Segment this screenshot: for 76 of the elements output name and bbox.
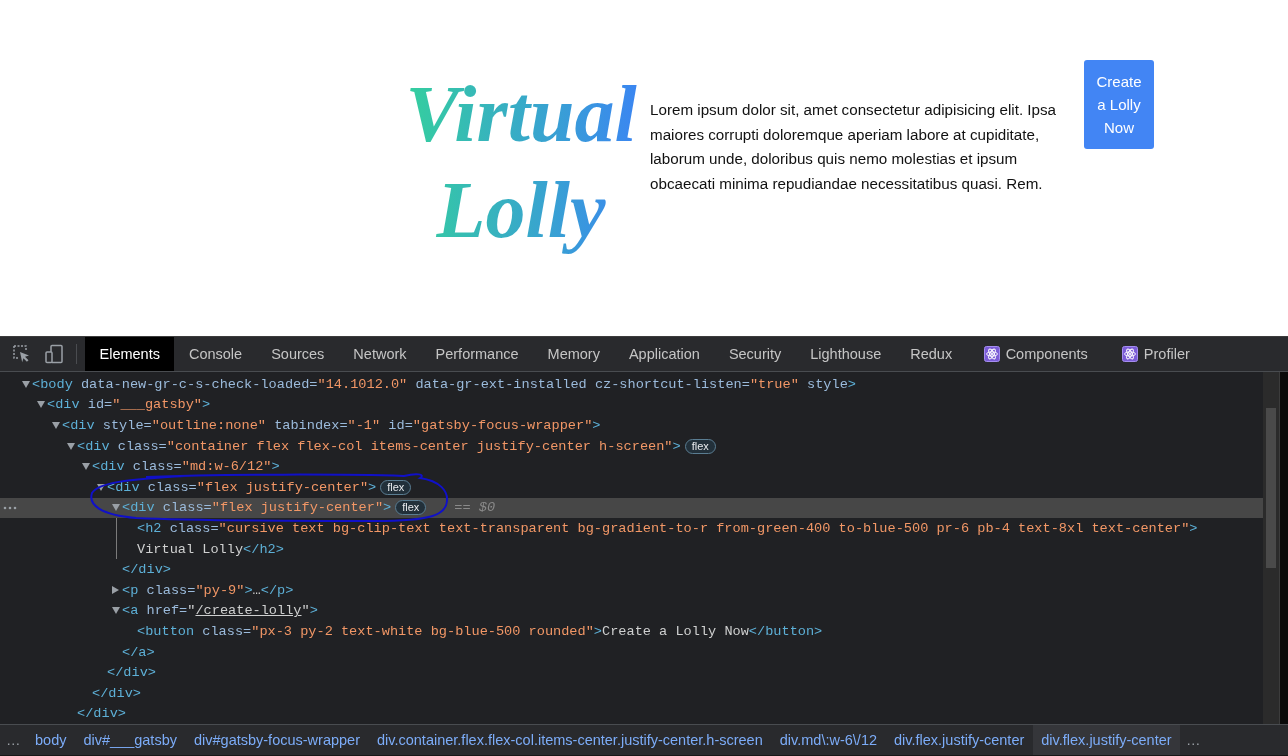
html-code-line: <a href="/create-lolly"> [122,603,318,619]
devtools-tab[interactable]: Memory [533,337,615,371]
html-code-line: <body data-new-gr-c-s-check-loaded="14.1012.0" data-gr-ext-installed cz-shortcut-listen="true" style> [32,376,856,392]
triangle-down-icon[interactable] [22,380,30,388]
html-code-line: <div class="container flex flex-col items-center justify-center h-screen"> [77,438,681,454]
atom-icon [1121,346,1138,362]
html-code-line: <h2 class="cursive text bg-clip-text text-transparent bg-gradient-to-r from-green-400 to-blue-500 pr-6 pb-4 text-8xl text-center"> [137,520,1198,536]
dom-tree-row[interactable]: <h2 class="cursive text bg-clip-text text-transparent bg-gradient-to-r from-green-400 to-blue-500 pr-6 pb-4 text-8xl text-center"> [0,518,1263,539]
devtools-tab[interactable]: Profiler [1104,337,1207,371]
html-code-line: <div style="outline:none" tabindex="-1" id="gatsby-focus-wrapper"> [62,418,601,433]
layout-badge[interactable]: flex [380,479,412,495]
layout-badge[interactable]: flex [395,500,427,516]
devtools-tab[interactable]: Application [614,337,715,371]
atom-icon [983,346,1000,362]
devtools-tab[interactable]: Redux [895,337,967,371]
breadcrumb[interactable]: div#gatsby-focus-wrapper [185,725,369,756]
dom-tree-row[interactable]: <div class="md:w-6/12"> [0,456,1263,477]
html-code-line: <div class="flex justify-center"> [107,479,377,495]
breadcrumb[interactable]: body [26,725,75,756]
breadcrumb[interactable]: div.flex.justify-center [885,725,1033,756]
selection-hint: == $0 [454,500,496,516]
scrollbar[interactable] [1263,372,1279,725]
dom-tree-row[interactable]: <div class="flex justify-center"> flex [0,476,1263,498]
triangle-down-icon[interactable] [67,442,75,450]
html-code-line: <button class="px-3 py-2 text-white bg-blue-500 rounded">Create a Lolly Now</button> [137,623,823,639]
devtools-tab[interactable]: Lighthouse [795,337,896,371]
devtools-tab[interactable]: Performance [421,337,534,371]
html-code-line: <div class="flex justify-center"> [122,500,392,516]
dom-tree-row[interactable]: <div class="container flex flex-col items-center justify-center h-screen"> flex [0,435,1263,457]
more-icon[interactable] [3,505,17,510]
devtools-tab[interactable]: Components [966,337,1105,371]
html-code-line: </div> [92,685,141,701]
triangle-down-icon[interactable] [82,463,90,471]
html-code-line: </div> [107,665,156,681]
dom-tree-row[interactable]: <body data-new-gr-c-s-check-loaded="14.1012.0" data-gr-ext-installed cz-shortcut-listen="true" style> [0,374,1263,395]
breadcrumb[interactable]: div.md\:w-6\/12 [771,725,886,756]
html-code-line: </a> [122,644,155,660]
html-code-line: <div class="md:w-6/12"> [92,459,280,475]
triangle-down-icon[interactable] [112,504,120,512]
html-code-line: </div> [122,562,171,578]
inspect-icon[interactable] [12,344,32,364]
device-toolbar-icon[interactable] [44,344,64,364]
triangle-down-icon[interactable] [52,422,60,429]
html-code-line: <div id="___gatsby"> [47,397,211,413]
create-lolly-button[interactable]: Create a Lolly Now [1084,60,1154,149]
devtools-tab[interactable]: Elements [85,337,175,371]
layout-badge[interactable]: flex [684,438,716,454]
triangle-down-icon[interactable] [37,401,45,409]
devtools-tab[interactable]: Console [174,337,257,371]
intro-paragraph: Lorem ipsum dolor sit, amet consectetur adipisicing elit. Ipsa maiores corrupti doloremque aperiam labore at cupiditate, laborum unde, doloribus quis nemo molestias et ipsum obcaecati minima repudiandae necessitatibus quasi. Rem. [650,100,1058,194]
dom-tree-row[interactable]: <div style="outline:none" tabindex="-1" id="gatsby-focus-wrapper"> [0,415,1263,436]
devtools-tab[interactable]: Security [714,337,796,371]
dom-tree-row[interactable]: Virtual Lolly</h2> [0,538,1263,560]
devtools-tab[interactable]: Network [338,337,422,371]
dom-tree-row[interactable]: </div> [0,559,1263,580]
triangle-down-icon[interactable] [97,483,105,491]
breadcrumb[interactable]: div#___gatsby [74,725,186,756]
html-code-line: </div> [77,706,126,722]
breadcrumb[interactable]: div.container.flex.flex-col.items-center.justify-center.h-screen [368,725,772,756]
breadcrumb[interactable]: div.flex.justify-center [1032,725,1181,756]
dom-tree-row[interactable]: <button class="px-3 py-2 text-white bg-blue-500 rounded">Create a Lolly Now</button> [0,621,1263,642]
dom-tree-row[interactable]: </div> [0,703,1263,725]
triangle-down-icon[interactable] [112,607,120,615]
breadcrumb-overflow[interactable]: … [1180,725,1207,756]
dom-tree-row[interactable]: </a> [0,641,1263,663]
dom-tree-row[interactable]: <p class="py-9">…</p> [0,579,1263,601]
dom-tree-row[interactable]: <div id="___gatsby"> [0,394,1263,416]
devtools-tab[interactable]: Sources [256,337,339,371]
dom-tree-row[interactable]: <div class="flex justify-center"> flex == $0 [0,497,1263,519]
triangle-right-icon[interactable] [112,586,119,595]
dom-tree-row[interactable]: </div> [0,682,1263,704]
dom-tree-row[interactable]: <a href="/create-lolly"> [0,600,1263,622]
html-code-line: <p class="py-9">…</p> [122,582,294,598]
html-code-line: Virtual Lolly</h2> [137,541,284,557]
dom-tree-row[interactable]: </div> [0,662,1263,683]
breadcrumb-overflow[interactable]: … [0,725,27,756]
